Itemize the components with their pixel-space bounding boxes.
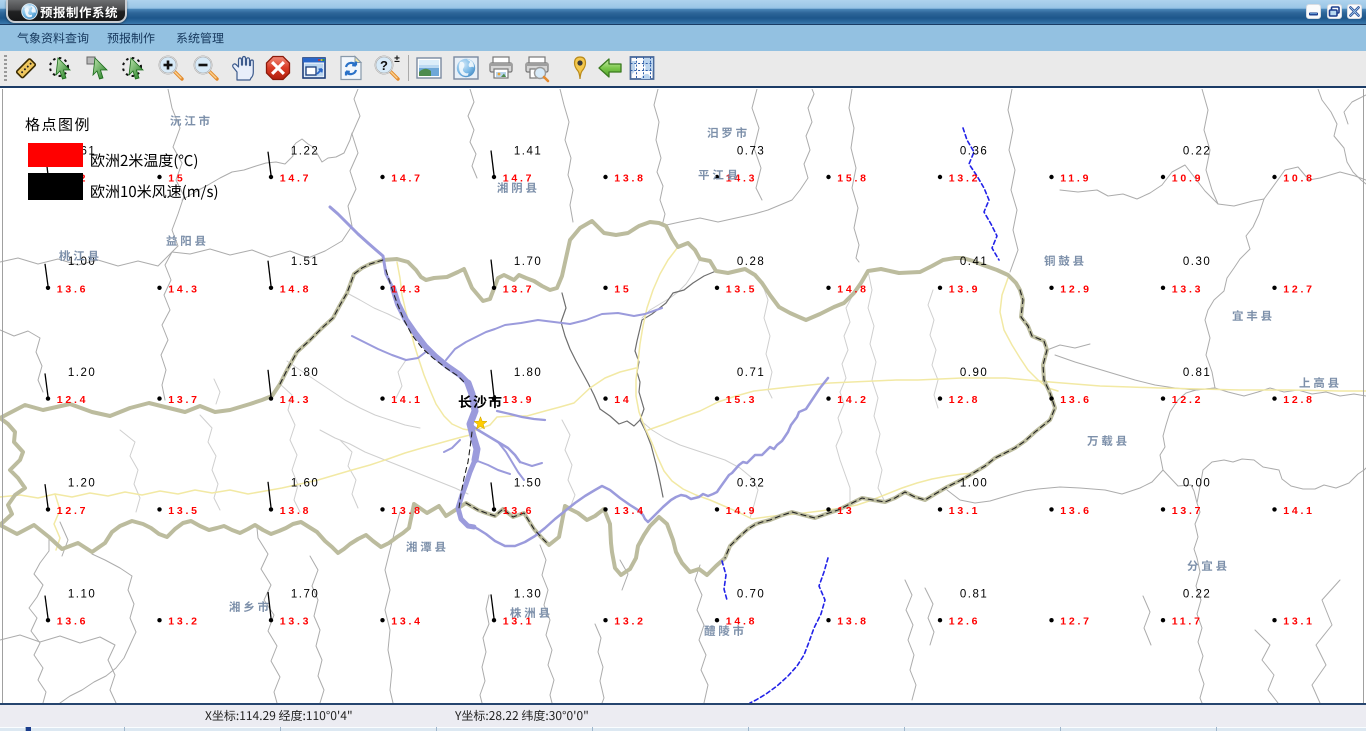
svg-text:13.4: 13.4 [614, 505, 646, 517]
svg-text:0.22: 0.22 [1183, 145, 1211, 157]
svg-text:1.00: 1.00 [960, 478, 988, 490]
svg-text:13: 13 [837, 505, 854, 517]
svg-text:15: 15 [168, 173, 185, 185]
svg-text:14: 14 [614, 394, 631, 406]
svg-text:14.8: 14.8 [280, 283, 312, 295]
svg-text:14.3: 14.3 [280, 394, 312, 406]
svg-text:13.8: 13.8 [614, 173, 646, 185]
svg-text:13.1: 13.1 [503, 616, 535, 628]
svg-text:1.20: 1.20 [68, 367, 96, 379]
svg-text:0.41: 0.41 [960, 256, 988, 268]
svg-text:0.00: 0.00 [1183, 478, 1211, 490]
svg-text:10.8: 10.8 [1283, 173, 1315, 185]
svg-text:12.6: 12.6 [949, 616, 981, 628]
svg-text:13.6: 13.6 [1060, 394, 1092, 406]
svg-text:10.9: 10.9 [1172, 173, 1204, 185]
svg-text:13.6: 13.6 [57, 616, 89, 628]
svg-text:1.80: 1.80 [291, 367, 319, 379]
svg-text:13.2: 13.2 [949, 173, 981, 185]
svg-text:1.60: 1.60 [291, 478, 319, 490]
svg-text:1.50: 1.50 [514, 478, 542, 490]
svg-text:13.6: 13.6 [1060, 505, 1092, 517]
svg-text:13.8: 13.8 [391, 505, 423, 517]
svg-text:13.2: 13.2 [614, 616, 646, 628]
svg-text:12.7: 12.7 [1060, 616, 1092, 628]
svg-text:13.1: 13.1 [949, 505, 981, 517]
svg-text:12.2: 12.2 [1172, 394, 1204, 406]
svg-text:14.8: 14.8 [837, 283, 869, 295]
svg-text:0.30: 0.30 [1183, 256, 1211, 268]
svg-text:0.22: 0.22 [1183, 589, 1211, 601]
svg-text:13.6: 13.6 [57, 283, 89, 295]
svg-text:0.36: 0.36 [960, 145, 988, 157]
svg-text:14.7: 14.7 [391, 173, 423, 185]
svg-text:15: 15 [614, 283, 631, 295]
svg-text:13.7: 13.7 [168, 394, 200, 406]
svg-text:13.3: 13.3 [1172, 283, 1204, 295]
svg-text:13.2: 13.2 [168, 616, 200, 628]
svg-text:13.4: 13.4 [391, 616, 423, 628]
svg-text:14.7: 14.7 [280, 173, 312, 185]
svg-text:13.1: 13.1 [1283, 616, 1315, 628]
svg-text:0.90: 0.90 [960, 367, 988, 379]
svg-text:12.9: 12.9 [1060, 283, 1092, 295]
svg-text:13.9: 13.9 [949, 283, 981, 295]
svg-text:13.7: 13.7 [1172, 505, 1204, 517]
svg-text:1.41: 1.41 [514, 145, 542, 157]
svg-text:14.1: 14.1 [391, 394, 423, 406]
svg-text:1.10: 1.10 [68, 589, 96, 601]
svg-text:13.6: 13.6 [503, 505, 535, 517]
svg-text:13.8: 13.8 [280, 505, 312, 517]
svg-text:1.22: 1.22 [291, 145, 319, 157]
svg-text:11.9: 11.9 [1060, 173, 1091, 185]
svg-text:12.7: 12.7 [1283, 283, 1315, 295]
svg-text:14.2: 14.2 [837, 394, 869, 406]
svg-text:13.5: 13.5 [726, 283, 758, 295]
svg-text:1.70: 1.70 [514, 256, 542, 268]
svg-text:0.70: 0.70 [737, 589, 765, 601]
svg-text:12.4: 12.4 [57, 394, 89, 406]
svg-text:0.81: 0.81 [960, 589, 988, 601]
svg-text:12.7: 12.7 [57, 505, 89, 517]
svg-text:13.5: 13.5 [168, 505, 200, 517]
svg-text:15.8: 15.8 [837, 173, 869, 185]
svg-text:1.51: 1.51 [291, 256, 319, 268]
svg-text:12.8: 12.8 [1283, 394, 1315, 406]
svg-text:1.80: 1.80 [514, 367, 542, 379]
svg-text:0.81: 0.81 [1183, 367, 1211, 379]
svg-text:±: ± [394, 54, 400, 65]
svg-text:11.7: 11.7 [1172, 616, 1203, 628]
svg-text:13.9: 13.9 [503, 394, 535, 406]
svg-text:13.3: 13.3 [280, 616, 312, 628]
svg-text:0.73: 0.73 [737, 145, 765, 157]
svg-text:13.8: 13.8 [837, 616, 869, 628]
svg-text:14.1: 14.1 [1283, 505, 1315, 517]
svg-text:15.3: 15.3 [726, 394, 758, 406]
svg-text:0.32: 0.32 [737, 478, 765, 490]
svg-text:1.70: 1.70 [291, 589, 319, 601]
svg-text:0.28: 0.28 [737, 256, 765, 268]
svg-text:12.8: 12.8 [949, 394, 981, 406]
svg-text:14.3: 14.3 [168, 283, 200, 295]
svg-text:14.8: 14.8 [726, 616, 758, 628]
svg-text:13.7: 13.7 [503, 283, 535, 295]
svg-text:?: ? [380, 58, 388, 73]
svg-text:14.3: 14.3 [391, 283, 423, 295]
svg-text:0.71: 0.71 [737, 367, 765, 379]
svg-text:1.20: 1.20 [68, 478, 96, 490]
svg-text:1.30: 1.30 [514, 589, 542, 601]
svg-text:14.9: 14.9 [726, 505, 758, 517]
